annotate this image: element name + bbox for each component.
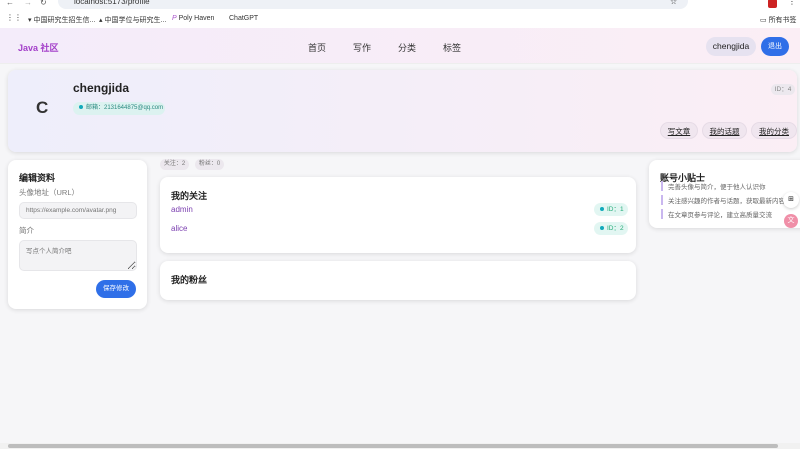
- all-bookmarks[interactable]: ▭ 所有书签: [760, 15, 797, 25]
- following-user-admin[interactable]: admin: [171, 205, 193, 214]
- grid-widget-icon[interactable]: ⊞: [783, 192, 799, 208]
- menu-icon[interactable]: ⋮: [788, 0, 796, 6]
- nav-categories[interactable]: 分类: [398, 41, 416, 54]
- edit-title: 编辑资料: [19, 173, 56, 183]
- user-button[interactable]: chengjida: [706, 37, 756, 56]
- edit-profile-card: 编辑资料 头像地址（URL） 简介 保存修改: [8, 160, 147, 309]
- scrollbar-thumb[interactable]: [8, 444, 778, 448]
- bookmark-1[interactable]: ▾ 中国研究生招生信...: [28, 15, 95, 25]
- extension-icon[interactable]: [768, 0, 777, 8]
- address-bar-area: ← → ↻ localhost:5173/profile ☆ ⋮: [0, 0, 800, 10]
- write-article-button[interactable]: 写文章: [660, 122, 698, 139]
- avatar-url-label: 头像地址（URL）: [19, 188, 80, 197]
- tip-item: 关注感兴趣的作者与话题，获取最新内容: [661, 195, 785, 205]
- logout-button[interactable]: 退出: [761, 37, 789, 56]
- translate-widget-icon[interactable]: 文: [784, 214, 798, 228]
- fans-card: 我的粉丝: [160, 261, 636, 300]
- following-title: 我的关注: [171, 191, 208, 201]
- following-card: 我的关注 admin ID：1 alice ID：2: [160, 177, 636, 253]
- fans-title: 我的粉丝: [171, 275, 208, 285]
- bookmarks-bar: ⋮⋮ ▾ 中国研究生招生信... ▴ 中国学位与研究生... P Poly Ha…: [0, 10, 800, 28]
- email-badge: 邮箱：2131644875@qq.com: [73, 102, 165, 115]
- bookmark-2[interactable]: ▴ 中国学位与研究生...: [99, 15, 166, 25]
- star-icon[interactable]: ☆: [670, 0, 677, 6]
- following-count: 关注：2: [160, 159, 189, 170]
- following-id-badge: ID：2: [594, 222, 628, 235]
- avatar-url-input[interactable]: [19, 202, 137, 219]
- my-topics-button[interactable]: 我的话题: [702, 122, 747, 139]
- avatar: C: [36, 98, 49, 117]
- nav-home[interactable]: 首页: [308, 41, 326, 54]
- followers-count: 粉丝：0: [195, 159, 224, 170]
- tip-item: 在文章页参与评论，建立高质量交流: [661, 209, 772, 219]
- following-user-alice[interactable]: alice: [171, 224, 187, 233]
- apps-icon[interactable]: ⋮⋮: [6, 13, 22, 22]
- profile-header: C chengjida 邮箱：2131644875@qq.com ID：4 写文…: [8, 70, 797, 152]
- nav-tags[interactable]: 标签: [443, 41, 461, 54]
- bio-textarea[interactable]: [19, 240, 137, 271]
- following-id-badge: ID：1: [594, 203, 628, 216]
- top-nav: Java 社区 首页 写作 分类 标签 chengjida 退出: [0, 28, 800, 64]
- profile-username: chengjida: [73, 81, 130, 95]
- url-input[interactable]: localhost:5173/profile: [58, 0, 688, 9]
- site-logo[interactable]: Java 社区: [18, 41, 59, 54]
- save-button[interactable]: 保存修改: [96, 280, 136, 298]
- nav-write[interactable]: 写作: [353, 41, 371, 54]
- tip-item: 完善头像与简介，便于他人认识你: [661, 181, 766, 191]
- back-icon[interactable]: ←: [6, 0, 14, 7]
- bio-label: 简介: [19, 226, 34, 235]
- user-id-badge: ID：4: [771, 84, 795, 95]
- reload-icon[interactable]: ↻: [40, 0, 47, 7]
- bookmark-4[interactable]: ChatGPT: [229, 15, 258, 22]
- my-categories-button[interactable]: 我的分类: [751, 122, 797, 139]
- horizontal-scrollbar[interactable]: [0, 443, 800, 449]
- tips-card: 账号小贴士 完善头像与简介，便于他人认识你 关注感兴趣的作者与话题，获取最新内容…: [649, 160, 800, 228]
- forward-icon[interactable]: →: [24, 0, 32, 7]
- bookmark-3[interactable]: P Poly Haven: [172, 15, 214, 22]
